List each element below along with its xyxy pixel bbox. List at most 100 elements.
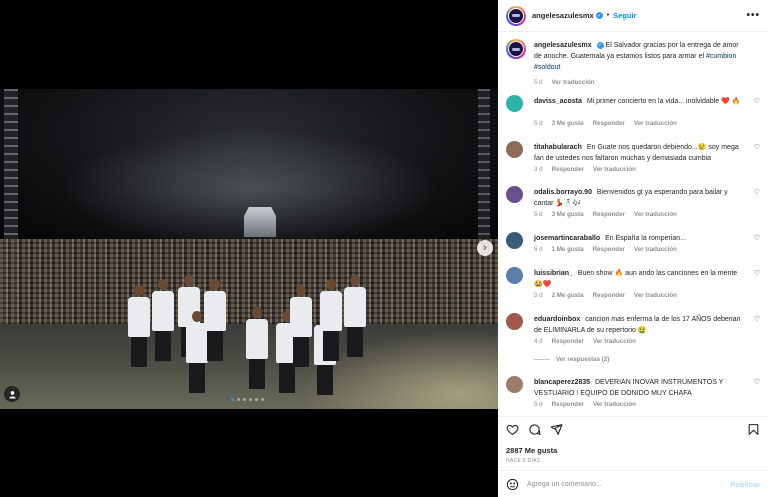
view-replies-label[interactable]: Ver respuestas (2) <box>556 356 609 363</box>
band-member <box>128 285 150 367</box>
comment-text: Mi primer concierto en la vida... inolvi… <box>586 98 741 105</box>
reply-button[interactable]: Responder <box>552 166 584 173</box>
save-button[interactable] <box>747 423 760 441</box>
post-photo[interactable] <box>0 89 498 409</box>
comment-text-block: blancaperez2835 DEVERIAN INOVAR INSTRUME… <box>534 377 746 399</box>
caption-username[interactable]: angelesazulesmx <box>534 42 592 49</box>
add-comment-input[interactable] <box>527 480 707 488</box>
comment-bubble-icon[interactable] <box>528 423 541 436</box>
publish-button[interactable]: Publicar <box>730 480 760 489</box>
comment-meta: 5 d 3 Me gusta Responder Ver traducción <box>534 211 677 218</box>
comment-username[interactable]: josemartincaraballo <box>534 235 600 242</box>
reply-button[interactable]: Responder <box>593 120 625 127</box>
bookmark-icon <box>748 424 759 435</box>
author-username[interactable]: angelesazulesmx <box>532 11 594 20</box>
reply-button[interactable]: Responder <box>593 211 625 218</box>
comment-time: 5 d <box>534 246 543 253</box>
comment-item: odalis.borrayo.90 Bienvenidos gt ya espe… <box>506 186 760 222</box>
comment-meta: 5 d Responder Ver traducción <box>534 401 636 408</box>
comment-likes[interactable]: 3 Me gusta <box>552 120 584 127</box>
hashtag-link[interactable]: #soldout <box>534 64 560 71</box>
comment-time: 4 d <box>534 338 543 345</box>
paper-plane-icon[interactable] <box>550 423 563 436</box>
likes-count[interactable]: 2887 Me gusta <box>506 446 557 455</box>
like-comment-icon[interactable]: ♡ <box>754 234 760 242</box>
commenter-avatar[interactable] <box>506 95 523 112</box>
translate-button[interactable]: Ver traducción <box>634 246 677 253</box>
view-replies-button[interactable]: Ver respuestas (2) <box>534 356 609 363</box>
reply-button[interactable]: Responder <box>593 292 625 299</box>
commenter-avatar[interactable] <box>506 376 523 393</box>
posted-ago: HACE 5 DÍAS <box>506 458 541 464</box>
reply-button[interactable]: Responder <box>593 246 625 253</box>
next-slide-button[interactable]: › <box>477 240 493 256</box>
like-comment-icon[interactable]: ♡ <box>754 143 760 151</box>
comment-text: En España la romperian... <box>605 235 687 242</box>
translate-button[interactable]: Ver traducción <box>634 292 677 299</box>
add-comment-bar: Publicar <box>498 470 768 497</box>
instagram-post-viewer: › angelesazulesmx ✓ • Seguir ••• angeles… <box>0 0 768 497</box>
follow-button[interactable]: Seguir <box>613 11 636 20</box>
translate-button[interactable]: Ver traducción <box>552 79 595 86</box>
more-options-button[interactable]: ••• <box>746 10 760 21</box>
commenter-avatar[interactable] <box>506 141 523 158</box>
band-member <box>320 279 342 361</box>
comment-text-block: josemartincaraballo En España la romperi… <box>534 233 746 244</box>
comment-text-block: titahabularach En Guate nos quedaron deb… <box>534 142 746 164</box>
caption-time: 5 d <box>534 79 543 86</box>
comment-username[interactable]: luissibrian_ <box>534 270 573 277</box>
post-actions: 2887 Me gusta HACE 5 DÍAS <box>498 416 768 470</box>
comment-time: 3 d <box>534 166 543 173</box>
replies-divider <box>534 359 550 360</box>
like-comment-icon[interactable]: ♡ <box>754 188 760 196</box>
band-member <box>246 307 268 389</box>
comment-username[interactable]: odalis.borrayo.90 <box>534 189 592 196</box>
action-icons <box>506 423 563 436</box>
comment-username[interactable]: blancaperez2835 <box>534 379 590 386</box>
comment-likes[interactable]: 3 Me gusta <box>552 211 584 218</box>
caption-meta: 5 d Ver traducción <box>534 79 595 86</box>
comment-likes[interactable]: 1 Me gusta <box>552 246 584 253</box>
smiley-icon[interactable] <box>506 478 519 491</box>
tagged-people-button[interactable] <box>4 386 20 402</box>
comment-item: luissibrian_ Buen show 🔥 aun ando las ca… <box>506 267 760 303</box>
band-member <box>152 279 174 361</box>
like-comment-icon[interactable]: ♡ <box>754 97 760 105</box>
commenter-avatar[interactable] <box>506 232 523 249</box>
like-comment-icon[interactable]: ♡ <box>754 315 760 323</box>
reply-button[interactable]: Responder <box>552 401 584 408</box>
comment-item: eduardoinbox cancion mas enferma la de l… <box>506 313 760 369</box>
comment-likes[interactable]: 2 Me gusta <box>552 292 584 299</box>
heart-outline-icon[interactable] <box>506 423 519 436</box>
comment-item: titahabularach En Guate nos quedaron deb… <box>506 141 760 177</box>
carousel-dot <box>261 398 264 401</box>
comment-username[interactable]: titahabularach <box>534 144 582 151</box>
verified-badge-icon: ✓ <box>596 41 604 49</box>
author-avatar[interactable] <box>506 5 526 26</box>
caption-avatar[interactable] <box>506 39 526 59</box>
like-comment-icon[interactable]: ♡ <box>754 269 760 277</box>
band-member <box>204 279 226 361</box>
commenter-avatar[interactable] <box>506 186 523 203</box>
comment-time: 5 d <box>534 401 543 408</box>
commenter-avatar[interactable] <box>506 267 523 284</box>
translate-button[interactable]: Ver traducción <box>634 211 677 218</box>
chevron-right-icon: › <box>483 241 487 254</box>
comment-item: daviss_acosta Mi primer concierto en la … <box>506 95 760 131</box>
translate-button[interactable]: Ver traducción <box>593 338 636 345</box>
post-side-panel: angelesazulesmx ✓ • Seguir ••• angelesaz… <box>498 0 768 497</box>
translate-button[interactable]: Ver traducción <box>634 120 677 127</box>
comment-meta: 3 d Responder Ver traducción <box>534 166 636 173</box>
translate-button[interactable]: Ver traducción <box>593 166 636 173</box>
comment-time: 5 d <box>534 292 543 299</box>
translate-button[interactable]: Ver traducción <box>593 401 636 408</box>
carousel-indicator <box>231 398 264 401</box>
band-member <box>290 285 312 367</box>
commenter-avatar[interactable] <box>506 313 523 330</box>
like-comment-icon[interactable]: ♡ <box>754 378 760 386</box>
comment-username[interactable]: eduardoinbox <box>534 316 580 323</box>
hashtag-link[interactable]: #cumbion <box>706 53 736 60</box>
post-header: angelesazulesmx ✓ • Seguir ••• <box>498 0 768 32</box>
comment-username[interactable]: daviss_acosta <box>534 98 582 105</box>
reply-button[interactable]: Responder <box>552 338 584 345</box>
